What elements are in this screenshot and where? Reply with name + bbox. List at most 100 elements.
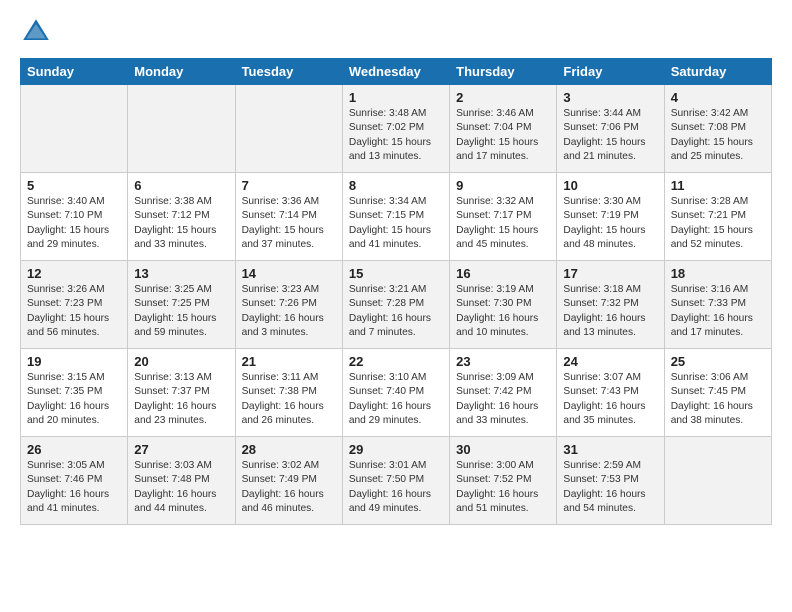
header-tuesday: Tuesday: [235, 59, 342, 85]
calendar-cell: [664, 437, 771, 525]
calendar-body: 1 Sunrise: 3:48 AMSunset: 7:02 PMDayligh…: [21, 85, 772, 525]
calendar-cell: 27 Sunrise: 3:03 AMSunset: 7:48 PMDaylig…: [128, 437, 235, 525]
day-number: 3: [563, 90, 657, 105]
calendar-cell: 29 Sunrise: 3:01 AMSunset: 7:50 PMDaylig…: [342, 437, 449, 525]
day-number: 30: [456, 442, 550, 457]
calendar-cell: 2 Sunrise: 3:46 AMSunset: 7:04 PMDayligh…: [450, 85, 557, 173]
day-number: 23: [456, 354, 550, 369]
day-number: 11: [671, 178, 765, 193]
header-saturday: Saturday: [664, 59, 771, 85]
week-row-1: 1 Sunrise: 3:48 AMSunset: 7:02 PMDayligh…: [21, 85, 772, 173]
calendar-cell: 17 Sunrise: 3:18 AMSunset: 7:32 PMDaylig…: [557, 261, 664, 349]
calendar-cell: [235, 85, 342, 173]
day-info: Sunrise: 3:10 AMSunset: 7:40 PMDaylight:…: [349, 372, 431, 426]
day-number: 28: [242, 442, 336, 457]
calendar-cell: 26 Sunrise: 3:05 AMSunset: 7:46 PMDaylig…: [21, 437, 128, 525]
day-number: 24: [563, 354, 657, 369]
calendar-header: SundayMondayTuesdayWednesdayThursdayFrid…: [21, 59, 772, 85]
day-info: Sunrise: 3:36 AMSunset: 7:14 PMDaylight:…: [242, 196, 324, 250]
day-number: 8: [349, 178, 443, 193]
header: [20, 16, 772, 48]
header-sunday: Sunday: [21, 59, 128, 85]
calendar-cell: 9 Sunrise: 3:32 AMSunset: 7:17 PMDayligh…: [450, 173, 557, 261]
calendar-cell: 15 Sunrise: 3:21 AMSunset: 7:28 PMDaylig…: [342, 261, 449, 349]
day-info: Sunrise: 3:48 AMSunset: 7:02 PMDaylight:…: [349, 108, 431, 162]
calendar-cell: 18 Sunrise: 3:16 AMSunset: 7:33 PMDaylig…: [664, 261, 771, 349]
day-info: Sunrise: 3:19 AMSunset: 7:30 PMDaylight:…: [456, 284, 538, 338]
header-row: SundayMondayTuesdayWednesdayThursdayFrid…: [21, 59, 772, 85]
day-number: 1: [349, 90, 443, 105]
day-info: Sunrise: 3:15 AMSunset: 7:35 PMDaylight:…: [27, 372, 109, 426]
day-number: 9: [456, 178, 550, 193]
day-info: Sunrise: 3:05 AMSunset: 7:46 PMDaylight:…: [27, 460, 109, 514]
calendar-cell: 31 Sunrise: 2:59 AMSunset: 7:53 PMDaylig…: [557, 437, 664, 525]
day-info: Sunrise: 3:03 AMSunset: 7:48 PMDaylight:…: [134, 460, 216, 514]
day-info: Sunrise: 3:00 AMSunset: 7:52 PMDaylight:…: [456, 460, 538, 514]
day-number: 29: [349, 442, 443, 457]
calendar-cell: 12 Sunrise: 3:26 AMSunset: 7:23 PMDaylig…: [21, 261, 128, 349]
day-number: 19: [27, 354, 121, 369]
calendar-cell: 21 Sunrise: 3:11 AMSunset: 7:38 PMDaylig…: [235, 349, 342, 437]
week-row-3: 12 Sunrise: 3:26 AMSunset: 7:23 PMDaylig…: [21, 261, 772, 349]
calendar-cell: 25 Sunrise: 3:06 AMSunset: 7:45 PMDaylig…: [664, 349, 771, 437]
calendar-cell: 13 Sunrise: 3:25 AMSunset: 7:25 PMDaylig…: [128, 261, 235, 349]
day-info: Sunrise: 3:11 AMSunset: 7:38 PMDaylight:…: [242, 372, 324, 426]
calendar-cell: 3 Sunrise: 3:44 AMSunset: 7:06 PMDayligh…: [557, 85, 664, 173]
day-info: Sunrise: 3:40 AMSunset: 7:10 PMDaylight:…: [27, 196, 109, 250]
day-number: 13: [134, 266, 228, 281]
day-info: Sunrise: 3:30 AMSunset: 7:19 PMDaylight:…: [563, 196, 645, 250]
calendar-cell: 6 Sunrise: 3:38 AMSunset: 7:12 PMDayligh…: [128, 173, 235, 261]
calendar-cell: 28 Sunrise: 3:02 AMSunset: 7:49 PMDaylig…: [235, 437, 342, 525]
week-row-2: 5 Sunrise: 3:40 AMSunset: 7:10 PMDayligh…: [21, 173, 772, 261]
calendar-cell: [21, 85, 128, 173]
day-number: 27: [134, 442, 228, 457]
day-info: Sunrise: 3:25 AMSunset: 7:25 PMDaylight:…: [134, 284, 216, 338]
day-number: 12: [27, 266, 121, 281]
calendar-cell: 8 Sunrise: 3:34 AMSunset: 7:15 PMDayligh…: [342, 173, 449, 261]
day-number: 7: [242, 178, 336, 193]
day-info: Sunrise: 3:28 AMSunset: 7:21 PMDaylight:…: [671, 196, 753, 250]
calendar-cell: 11 Sunrise: 3:28 AMSunset: 7:21 PMDaylig…: [664, 173, 771, 261]
day-number: 2: [456, 90, 550, 105]
calendar-cell: 7 Sunrise: 3:36 AMSunset: 7:14 PMDayligh…: [235, 173, 342, 261]
header-monday: Monday: [128, 59, 235, 85]
header-friday: Friday: [557, 59, 664, 85]
calendar-cell: 20 Sunrise: 3:13 AMSunset: 7:37 PMDaylig…: [128, 349, 235, 437]
day-info: Sunrise: 3:18 AMSunset: 7:32 PMDaylight:…: [563, 284, 645, 338]
day-info: Sunrise: 3:26 AMSunset: 7:23 PMDaylight:…: [27, 284, 109, 338]
day-info: Sunrise: 3:16 AMSunset: 7:33 PMDaylight:…: [671, 284, 753, 338]
calendar-cell: 22 Sunrise: 3:10 AMSunset: 7:40 PMDaylig…: [342, 349, 449, 437]
day-info: Sunrise: 3:21 AMSunset: 7:28 PMDaylight:…: [349, 284, 431, 338]
day-number: 15: [349, 266, 443, 281]
day-info: Sunrise: 3:06 AMSunset: 7:45 PMDaylight:…: [671, 372, 753, 426]
day-number: 16: [456, 266, 550, 281]
day-number: 4: [671, 90, 765, 105]
day-info: Sunrise: 3:23 AMSunset: 7:26 PMDaylight:…: [242, 284, 324, 338]
day-number: 26: [27, 442, 121, 457]
day-info: Sunrise: 2:59 AMSunset: 7:53 PMDaylight:…: [563, 460, 645, 514]
day-number: 14: [242, 266, 336, 281]
calendar-cell: 1 Sunrise: 3:48 AMSunset: 7:02 PMDayligh…: [342, 85, 449, 173]
calendar-cell: 14 Sunrise: 3:23 AMSunset: 7:26 PMDaylig…: [235, 261, 342, 349]
day-number: 31: [563, 442, 657, 457]
calendar-cell: 10 Sunrise: 3:30 AMSunset: 7:19 PMDaylig…: [557, 173, 664, 261]
calendar-cell: 30 Sunrise: 3:00 AMSunset: 7:52 PMDaylig…: [450, 437, 557, 525]
logo-icon: [20, 16, 52, 48]
page: SundayMondayTuesdayWednesdayThursdayFrid…: [0, 0, 792, 535]
day-number: 10: [563, 178, 657, 193]
day-info: Sunrise: 3:01 AMSunset: 7:50 PMDaylight:…: [349, 460, 431, 514]
calendar-cell: 4 Sunrise: 3:42 AMSunset: 7:08 PMDayligh…: [664, 85, 771, 173]
day-info: Sunrise: 3:42 AMSunset: 7:08 PMDaylight:…: [671, 108, 753, 162]
calendar-cell: 19 Sunrise: 3:15 AMSunset: 7:35 PMDaylig…: [21, 349, 128, 437]
day-info: Sunrise: 3:09 AMSunset: 7:42 PMDaylight:…: [456, 372, 538, 426]
day-number: 17: [563, 266, 657, 281]
day-number: 25: [671, 354, 765, 369]
calendar-table: SundayMondayTuesdayWednesdayThursdayFrid…: [20, 58, 772, 525]
calendar-cell: 16 Sunrise: 3:19 AMSunset: 7:30 PMDaylig…: [450, 261, 557, 349]
day-info: Sunrise: 3:46 AMSunset: 7:04 PMDaylight:…: [456, 108, 538, 162]
day-info: Sunrise: 3:07 AMSunset: 7:43 PMDaylight:…: [563, 372, 645, 426]
day-number: 5: [27, 178, 121, 193]
day-info: Sunrise: 3:32 AMSunset: 7:17 PMDaylight:…: [456, 196, 538, 250]
day-info: Sunrise: 3:44 AMSunset: 7:06 PMDaylight:…: [563, 108, 645, 162]
day-info: Sunrise: 3:02 AMSunset: 7:49 PMDaylight:…: [242, 460, 324, 514]
